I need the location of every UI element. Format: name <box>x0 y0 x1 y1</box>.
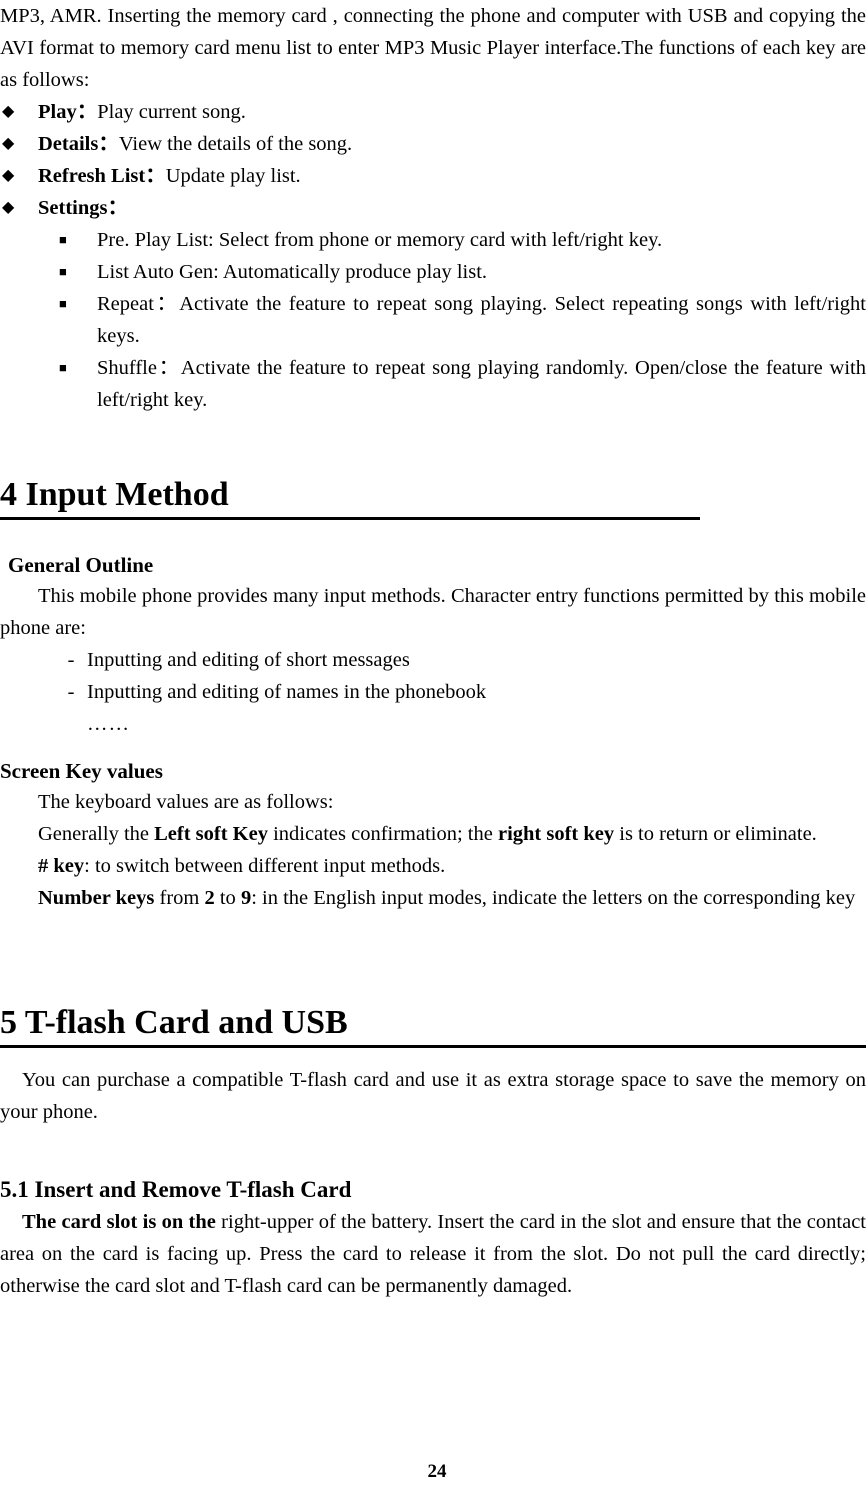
square-bullet-icon: ■ <box>59 360 67 375</box>
list-item: - Inputting and editing of names in the … <box>55 676 866 708</box>
term-description: View the details of the song. <box>118 133 353 155</box>
dash-bullet-icon: - <box>67 681 75 703</box>
manual-page: MP3, AMR. Inserting the memory card , co… <box>0 0 866 1488</box>
settings-sublist: ■ Pre. Play List: Select from phone or m… <box>57 224 866 416</box>
list-item-content: Details：View the details of the song. <box>38 128 866 160</box>
subsection-spacer <box>0 1128 866 1158</box>
number-key-to: 9 <box>240 887 252 909</box>
chapter-4-heading: 4 Input Method <box>0 474 866 520</box>
chapter-5-heading: 5 T-flash Card and USB <box>0 1002 866 1048</box>
right-soft-key-label: right soft key <box>497 823 615 845</box>
list-item: ◆ Details：View the details of the song. <box>0 128 866 160</box>
square-bullet-icon: ■ <box>59 232 67 247</box>
list-item-text: List Auto Gen: Automatically produce pla… <box>97 261 488 283</box>
diamond-bullet-icon: ◆ <box>2 199 15 216</box>
chapter-4-title: 4 Input Method <box>0 476 229 513</box>
general-outline-heading: General Outline <box>8 553 154 577</box>
term-separator: ： <box>145 165 166 187</box>
heading-spacer <box>0 520 866 550</box>
term-separator: ： <box>107 197 128 219</box>
square-bullet-icon: ■ <box>59 264 67 279</box>
heading-spacer <box>0 1048 866 1064</box>
left-soft-key-label: Left soft Key <box>154 823 268 845</box>
subsection-spacer <box>0 740 866 756</box>
list-item-text: Pre. Play List: Select from phone or mem… <box>97 229 663 251</box>
list-item-text: Inputting and editing of names in the ph… <box>87 681 487 703</box>
term-label: Settings <box>38 197 108 219</box>
list-item: ◆ Settings： <box>0 192 866 224</box>
term-separator: ： <box>76 101 98 123</box>
hash-key-text: : to switch between different input meth… <box>84 855 446 877</box>
section-spacer-extra <box>0 972 866 1002</box>
soft-key-description: Generally the Left soft Key indicates co… <box>0 818 866 850</box>
intro-paragraph: MP3, AMR. Inserting the memory card , co… <box>0 5 866 91</box>
square-bullet-icon: ■ <box>59 296 67 311</box>
chapter-5-intro: You can purchase a compatible T-flash ca… <box>0 1069 866 1123</box>
number-keys-description: Number keys from 2 to 9: in the English … <box>38 882 866 914</box>
list-item: ■ Repeat：Activate the feature to repeat … <box>57 288 866 352</box>
number-keys-mid-2: to <box>214 887 241 909</box>
general-outline-paragraph: This mobile phone provides many input me… <box>0 585 866 639</box>
card-slot-lead: The card slot is on the <box>22 1211 216 1233</box>
list-item-text: Inputting and editing of short messages <box>87 649 410 671</box>
list-ellipsis: …… <box>87 713 130 735</box>
list-item-content: Settings： <box>38 192 866 224</box>
list-item: ■ Pre. Play List: Select from phone or m… <box>57 224 866 256</box>
list-item: ◆ Refresh List：Update play list. <box>0 160 866 192</box>
keyboard-values-line: The keyboard values are as follows: <box>38 791 334 813</box>
number-keys-post: : in the English input modes, indicate t… <box>251 887 856 909</box>
key-functions-list: ◆ Play：Play current song. ◆ Details：View… <box>0 96 866 224</box>
hash-key-description: # key: to switch between different input… <box>0 850 866 882</box>
number-keys-label: Number keys <box>38 887 155 909</box>
list-item-text: Shuffle：Activate the feature to repeat s… <box>97 357 866 411</box>
number-keys-mid-1: from <box>154 887 205 909</box>
hash-key-label: # key <box>38 855 85 877</box>
list-item: ◆ Play：Play current song. <box>0 96 866 128</box>
number-keys-block: Number keys from 2 to 9: in the English … <box>0 882 866 914</box>
soft-key-mid: indicates confirmation; the <box>267 823 498 845</box>
screen-key-values-heading: Screen Key values <box>0 759 163 783</box>
list-item: - Inputting and editing of short message… <box>55 644 866 676</box>
term-description: Update play list. <box>165 165 301 187</box>
dash-bullet-icon: - <box>67 649 75 671</box>
term-label: Play <box>38 101 77 123</box>
diamond-bullet-icon: ◆ <box>2 167 15 184</box>
soft-key-post: is to return or eliminate. <box>614 823 817 845</box>
term-separator: ： <box>98 133 119 155</box>
list-item-text: Repeat：Activate the feature to repeat so… <box>97 293 866 347</box>
section-5-1-body: The card slot is on the right-upper of t… <box>0 1206 866 1302</box>
chapter-5-title: 5 T-flash Card and USB <box>0 1004 348 1041</box>
term-label: Details <box>38 133 99 155</box>
soft-key-pre: Generally the <box>38 823 155 845</box>
list-item: ■ List Auto Gen: Automatically produce p… <box>57 256 866 288</box>
subsection-spacer-extra <box>0 1158 866 1174</box>
list-item-content: Refresh List：Update play list. <box>38 160 866 192</box>
input-methods-list: - Inputting and editing of short message… <box>55 644 866 708</box>
list-item: ■ Shuffle：Activate the feature to repeat… <box>57 352 866 416</box>
term-description: Play current song. <box>97 101 246 123</box>
diamond-bullet-icon: ◆ <box>2 135 15 152</box>
heading-rule <box>0 517 700 520</box>
list-item-content: Play：Play current song. <box>38 96 866 128</box>
term-label: Refresh List <box>38 165 146 187</box>
page-footer: 24 <box>0 1460 866 1484</box>
page-number: 24 <box>427 1461 447 1482</box>
number-key-from: 2 <box>204 887 215 909</box>
section-5-1-heading: 5.1 Insert and Remove T-flash Card <box>0 1177 352 1202</box>
diamond-bullet-icon: ◆ <box>2 103 15 120</box>
heading-rule <box>0 1045 866 1048</box>
